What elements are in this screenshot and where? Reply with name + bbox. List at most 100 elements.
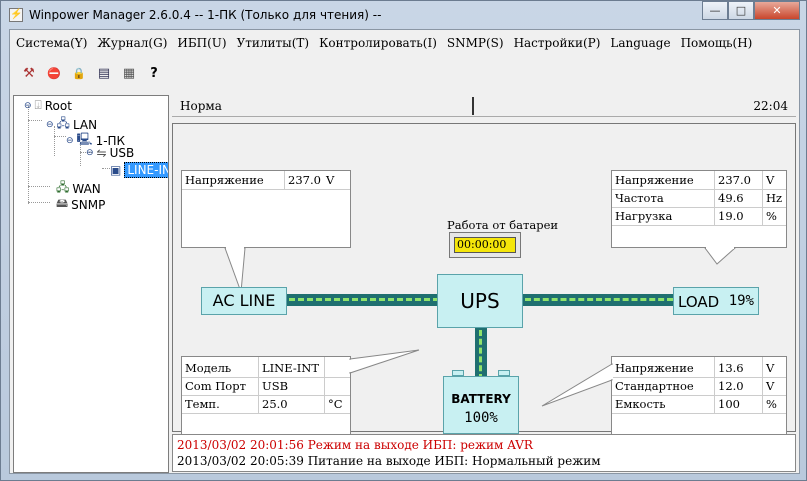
output-flow	[525, 298, 673, 301]
battery-row-value: 100	[718, 397, 740, 411]
info-row-value: 25.0	[262, 397, 288, 411]
minimize-button[interactable]: —	[702, 1, 728, 20]
info-row-label: Модель	[185, 361, 232, 375]
info-row-value: LINE-INT	[262, 361, 320, 375]
output-panel: Напряжение 237.0 V Частота 49.6 Hz Нагру…	[611, 170, 787, 248]
ups-block[interactable]: UPS	[437, 274, 523, 328]
menu-log[interactable]: Журнал(G)	[97, 36, 167, 50]
status-strip: Норма 22:04	[172, 95, 796, 117]
output-row-label: Частота	[615, 191, 664, 205]
expand-icon[interactable]: ⊖	[86, 148, 94, 158]
info-row-value: USB	[262, 379, 289, 393]
info-row-unit: °C	[328, 397, 343, 411]
input-voltage-unit: V	[326, 173, 335, 187]
output-row-label: Нагрузка	[615, 209, 673, 223]
toolbar: ⚒ ⛔ 🔒 ▤ ▦ ?	[20, 64, 163, 84]
battery-row-label: Емкость	[615, 397, 666, 411]
battery-row-label: Напряжение	[615, 361, 694, 375]
usb-icon: ⇋	[96, 146, 107, 160]
ac-line-block[interactable]: AC LINE	[201, 287, 287, 315]
maximize-button[interactable]: □	[728, 1, 754, 20]
app-icon[interactable]: ⚡	[9, 8, 23, 22]
client-area: Система(Y) Журнал(G) ИБП(U) Утилиты(T) К…	[9, 29, 800, 474]
input-flow	[289, 298, 439, 301]
root-icon: ⍗	[34, 98, 42, 112]
info-panel: Модель LINE-INT Com Порт USB Темп. 25.0 …	[181, 356, 351, 436]
close-button[interactable]: ✕	[754, 1, 800, 20]
lock-icon[interactable]: 🔒	[70, 65, 88, 83]
status-divider	[472, 97, 474, 115]
load-percent: 19%	[728, 293, 754, 309]
ups-diagram: Напряжение 237.0 V Напряжение 237.0 V Ча…	[172, 123, 796, 436]
battery-time-label: Работа от батареи	[447, 218, 559, 232]
output-callout-pointer	[704, 247, 737, 265]
battery-label: BATTERY	[451, 392, 511, 406]
log-entry: 2013/03/02 20:01:56 Режим на выходе ИБП:…	[177, 438, 533, 452]
info-row-label: Темп.	[185, 397, 220, 411]
battery-row-value: 12.0	[718, 379, 744, 393]
menu-settings[interactable]: Настройки(P)	[514, 36, 601, 50]
title-bar[interactable]: ⚡ Winpower Manager 2.6.0.4 -- 1-ПК (Толь…	[1, 1, 806, 29]
log-entry: 2013/03/02 20:05:39 Питание на выходе ИБ…	[177, 454, 601, 468]
load-block[interactable]: LOAD 19%	[673, 287, 759, 315]
menu-help[interactable]: Помощь(H)	[681, 36, 753, 50]
device-tree[interactable]: ⊖ ⍗ Root ⊖ 🖧 LAN ⊖ 🖳 1-ПК ⊖ ⇋ USB ▣ LINE…	[13, 95, 169, 473]
ups-device-icon: ▣	[110, 163, 122, 177]
menu-ups[interactable]: ИБП(U)	[177, 36, 226, 50]
app-window: ⚡ Winpower Manager 2.6.0.4 -- 1-ПК (Толь…	[0, 0, 807, 481]
tree-node-snmp[interactable]: 🖴 SNMP	[56, 194, 105, 215]
battery-flow	[479, 330, 482, 380]
expand-icon[interactable]: ⊖	[24, 101, 32, 111]
battery-terminal-icon	[498, 370, 510, 376]
output-row-value: 19.0	[718, 209, 744, 223]
info-callout-pointer	[349, 349, 420, 374]
menu-snmp[interactable]: SNMP(S)	[447, 36, 504, 50]
output-row-value: 237.0	[718, 173, 751, 187]
output-row-unit: V	[766, 173, 775, 187]
help-icon[interactable]: ?	[145, 65, 163, 83]
window-title: Winpower Manager 2.6.0.4 -- 1-ПК (Только…	[29, 8, 382, 22]
output-row-label: Напряжение	[615, 173, 694, 187]
input-voltage-value: 237.0	[288, 173, 321, 187]
input-voltage-label: Напряжение	[185, 173, 264, 187]
battery-row-unit: V	[766, 379, 775, 393]
menu-utilities[interactable]: Утилиты(T)	[237, 36, 310, 50]
tools-icon[interactable]: ⚒	[20, 65, 38, 83]
battery-terminal-icon	[452, 370, 464, 376]
expand-icon[interactable]: ⊖	[46, 120, 54, 130]
tree-node-device[interactable]: ▣ LINE-INT	[110, 162, 168, 178]
status-time: 22:04	[753, 99, 788, 113]
expand-icon[interactable]: ⊖	[66, 136, 74, 146]
output-row-value: 49.6	[718, 191, 744, 205]
tree-label-snmp: SNMP	[71, 197, 106, 212]
battery-row-unit: V	[766, 361, 775, 375]
calculator-icon[interactable]: ▦	[120, 65, 138, 83]
battery-callout-pointer	[541, 363, 613, 407]
menu-language[interactable]: Language	[610, 36, 670, 50]
event-log[interactable]: 2013/03/02 20:01:56 Режим на выходе ИБП:…	[172, 434, 796, 472]
info-row-label: Com Порт	[185, 379, 246, 393]
battery-time-box: 00:00:00	[449, 232, 521, 258]
battery-row-label: Стандартное	[615, 379, 694, 393]
battery-percent: 100%	[464, 410, 498, 426]
battery-row-unit: %	[766, 397, 777, 411]
load-label: LOAD	[678, 293, 720, 311]
battery-time-value: 00:00:00	[454, 237, 516, 253]
battery-panel: Напряжение 13.6 V Стандартное 12.0 V Емк…	[611, 356, 787, 436]
monitor-icon[interactable]: ▤	[95, 65, 113, 83]
menu-system[interactable]: Система(Y)	[16, 36, 87, 50]
snmp-icon: 🖴	[56, 196, 69, 210]
output-row-unit: %	[766, 209, 777, 223]
status-mode: Норма	[180, 99, 222, 113]
tree-node-usb[interactable]: ⊖ ⇋ USB	[86, 146, 134, 160]
tree-label-device: LINE-INT	[124, 162, 168, 178]
battery-block[interactable]: BATTERY 100%	[443, 370, 519, 434]
output-row-unit: Hz	[766, 191, 783, 205]
tree-node-root[interactable]: ⊖ ⍗ Root	[24, 98, 72, 113]
menu-control[interactable]: Контролировать(I)	[319, 36, 437, 50]
schedule-icon[interactable]: ⛔	[45, 65, 63, 83]
menu-bar: Система(Y) Журнал(G) ИБП(U) Утилиты(T) К…	[10, 32, 799, 54]
battery-row-value: 13.6	[718, 361, 744, 375]
input-panel: Напряжение 237.0 V	[181, 170, 351, 248]
tree-label-usb: USB	[109, 146, 135, 160]
